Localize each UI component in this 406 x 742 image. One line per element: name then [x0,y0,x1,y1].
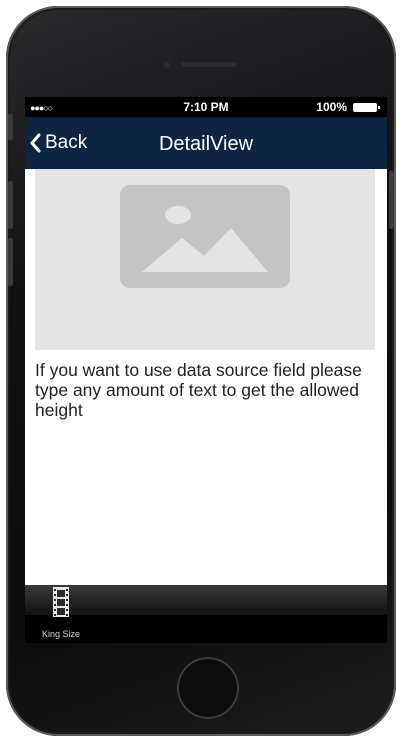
film-icon [53,587,69,617]
mute-switch [8,114,13,140]
detail-image [35,169,375,350]
page-title: DetailView [158,133,254,155]
tab-label: King Size [41,629,81,639]
battery-icon [353,103,380,112]
power-button [389,171,394,229]
volume-up-button [8,181,13,229]
earpiece-speaker [181,62,237,67]
image-placeholder-icon [120,185,290,288]
phone-screen: ●●●○○ 7:10 PM 100% Back DetailView If yo… [25,97,387,643]
detail-description: If you want to use data source field ple… [35,360,362,420]
home-button[interactable] [177,657,239,719]
battery-percentage: 100% [316,100,347,114]
front-camera [164,62,170,68]
navigation-bar: Back DetailView [25,117,387,169]
status-bar: ●●●○○ 7:10 PM 100% [25,97,387,117]
tab-king-size[interactable]: King Size [35,587,95,643]
volume-down-button [8,238,13,286]
